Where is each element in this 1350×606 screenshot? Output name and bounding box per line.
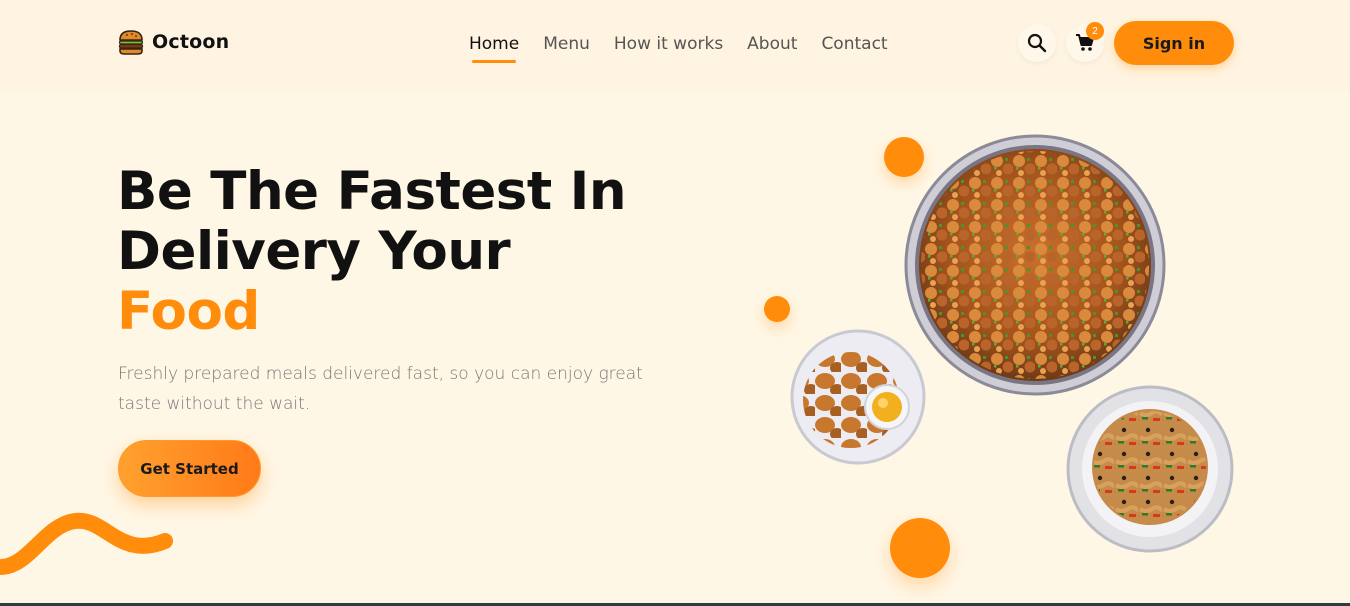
fried-chicken-platter-image <box>904 134 1166 396</box>
nav-item-menu[interactable]: Menu <box>543 33 590 55</box>
hero-title-line-2: Delivery Your <box>117 221 511 282</box>
nav-item-home[interactable]: Home <box>469 33 519 63</box>
hero-title-line-1: Be The Fastest In <box>117 161 627 222</box>
chicken-nuggets-plate-image <box>790 329 926 465</box>
main-nav: Home Menu How it works About Contact <box>469 33 912 63</box>
decorative-dot <box>890 518 950 578</box>
brand-name: Octoon <box>152 31 230 53</box>
decorative-dot <box>764 296 790 322</box>
pasta-bowl-image <box>1066 385 1234 553</box>
nav-item-about[interactable]: About <box>747 33 797 55</box>
nav-item-how-it-works[interactable]: How it works <box>614 33 723 55</box>
cart-button[interactable]: 2 <box>1066 22 1104 62</box>
burger-icon <box>118 30 144 55</box>
hero-title-accent: Food <box>117 281 260 342</box>
search-button[interactable] <box>1018 24 1056 62</box>
decorative-wave <box>0 512 173 575</box>
nav-item-contact[interactable]: Contact <box>821 33 887 55</box>
hero-title: Be The Fastest In Delivery Your Food <box>117 161 627 342</box>
get-started-button[interactable]: Get Started <box>118 440 261 497</box>
hero-subtitle: Freshly prepared meals delivered fast, s… <box>118 364 643 414</box>
sign-in-button[interactable]: Sign in <box>1114 21 1234 65</box>
cart-count-badge: 2 <box>1086 22 1104 40</box>
site-header: Octoon Home Menu How it works About Cont… <box>0 0 1350 90</box>
search-icon <box>1027 33 1047 53</box>
brand[interactable]: Octoon <box>117 28 229 56</box>
